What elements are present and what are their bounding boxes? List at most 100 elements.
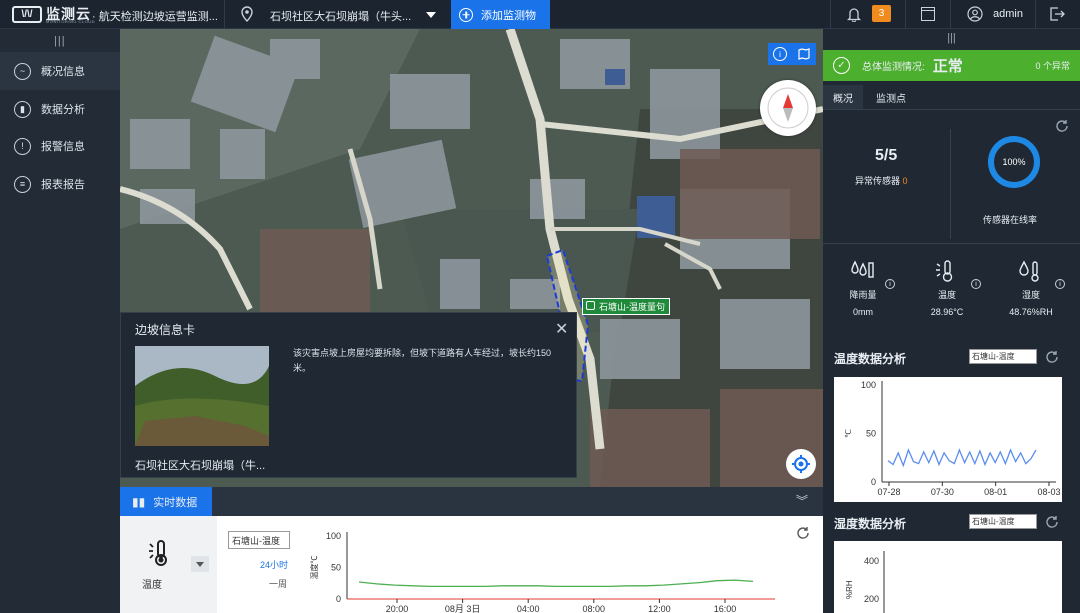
tab-realtime-label: 实时数据 [153,496,198,509]
collapse-handle-icon[interactable]: ||| [54,35,66,47]
refresh-icon[interactable] [796,526,810,540]
slope-info-card: 边坡信息卡 ✕ 该灾害点坡上房屋均要拆除，但坡下道路有人车经过，坡长约150米。… [120,312,577,478]
y-tick-label: 400 [864,556,879,566]
sensor-humidity[interactable]: i 湿度 48.76%RH [991,259,1071,317]
sidebar-item-analysis[interactable]: ▮ 数据分析 [0,90,120,128]
realtime-panel: 温度 石塘山-温度 24小时 一周 0 50 100 温度℃ 20:00 08月 3日 04… [120,516,823,613]
temperature-analysis-chart: 0 50 100 ℃ 07-28 07-30 08-01 08-03 [834,377,1062,502]
site-selector[interactable]: 石坝社区大石坝崩塌（牛头... [270,8,411,24]
y-tick-label: 0 [336,594,341,604]
rain-gauge-icon [851,260,874,278]
report-icon: ≡ [14,175,31,193]
sidebar-item-overview[interactable]: ~ 概况信息 [0,52,120,90]
layout-icon[interactable] [921,7,935,21]
online-rate-label: 传感器在线率 [983,215,1038,225]
y-axis-label: ℃ [844,429,853,438]
x-tick-label: 08-01 [984,487,1007,497]
user-icon[interactable] [967,6,983,22]
humidity-icon [1019,260,1039,282]
abnormal-count: 0 个异常 [1035,61,1070,71]
y-axis-label: %RH [845,580,854,599]
series-line [358,579,754,588]
online-rate-donut: 100% [988,136,1040,188]
realtime-temperature-chart: 0 50 100 温度℃ 20:00 08月 3日 04:00 08:00 12:00 16:00 [309,531,775,613]
logo-subtext: MONITORING CLOUD [46,19,96,24]
close-icon[interactable]: ✕ [555,319,568,339]
card-description: 该灾害点坡上房屋均要拆除，但坡下道路有人车经过，坡长约150米。 [293,348,552,373]
sensor-ratio: 5/5 [875,147,898,164]
refresh-icon[interactable] [1045,350,1059,364]
info-icon[interactable]: i [1055,279,1065,289]
analysis-sensor-select[interactable]: 石塘山-温度 [969,349,1037,364]
username[interactable]: admin [993,8,1023,20]
divider [950,129,951,239]
right-panel: ||| ✓ 总体监测情况: 正常 0 个异常 概况 监测点 5/5 异常传感器 … [823,29,1080,613]
double-chevron-down-icon[interactable]: ︾ [796,492,808,509]
x-tick-label: 16:00 [714,604,737,613]
thermometer-icon [936,260,953,282]
sidebar-item-reports[interactable]: ≡ 报表报告 [0,165,120,203]
alarm-icon: ! [14,137,31,155]
sidebar-item-alarms[interactable]: ! 报警信息 [0,127,120,165]
logo-mark: \/\/ [12,6,42,23]
temperature-analysis-title: 温度数据分析 [834,352,907,366]
divider [823,109,1080,110]
x-tick-label: 20:00 [386,604,409,613]
abnormal-sensor-text: 异常传感器 [855,176,901,186]
sidebar-item-label: 报表报告 [41,179,85,191]
y-tick-label: 100 [326,531,341,541]
chevron-down-icon[interactable] [426,12,436,18]
bell-icon[interactable] [847,6,861,22]
tab-realtime[interactable]: ▮▮ 实时数据 [120,487,212,516]
app-title: · 航天检测边坡运营监测... [92,11,218,23]
y-axis-label: 温度℃ [309,556,319,580]
analysis-sensor-select[interactable]: 石塘山-温度 [969,514,1037,529]
bar-chart-icon: ▮▮ [132,494,146,509]
refresh-icon[interactable] [1045,515,1059,529]
sensor-value: 0mm [853,307,873,317]
x-tick-label: 07-28 [877,487,900,497]
tile-dropdown[interactable] [191,556,209,572]
humidity-analysis-title: 湿度数据分析 [834,517,907,531]
sensor-rain[interactable]: i 降雨量 0mm [823,259,903,317]
check-circle-icon: ✓ [833,57,850,74]
add-monitor-label: 添加监测物 [481,9,536,22]
location-pin-icon [241,6,253,22]
info-icon[interactable]: i [773,47,787,61]
temperature-tile[interactable]: 温度 [120,516,217,613]
sidebar: ||| ~ 概况信息 ▮ 数据分析 ! 报警信息 ≡ 报表报告 [0,29,120,613]
collapse-handle-icon[interactable]: ||| [823,29,1080,50]
divider [1035,0,1036,29]
tab-monitor-points[interactable]: 监测点 [866,85,916,109]
sensor-select-value: 石塘山-温度 [232,535,280,546]
divider [224,0,225,29]
map-layer-icon[interactable] [797,47,811,61]
range-24h-link[interactable]: 24小时 [260,558,288,571]
locate-icon[interactable] [786,449,816,479]
compass-icon[interactable] [760,80,816,136]
status-value: 正常 [932,58,963,75]
range-week-link[interactable]: 一周 [269,577,287,590]
humidity-analysis-chart: 400 200 %RH [834,541,1062,613]
add-monitor-button[interactable]: 添加监测物 [451,0,550,29]
abnormal-sensor-value: 0 [902,176,908,186]
divider [950,0,951,29]
alert-count-badge[interactable]: 3 [872,5,891,22]
map-tools[interactable]: i [768,43,816,65]
tab-overview[interactable]: 概况 [823,85,863,109]
overall-status-bar: ✓ 总体监测情况: 正常 0 个异常 [823,50,1080,81]
logout-icon[interactable] [1049,6,1065,22]
sensor-marker[interactable]: 石塘山-温度量句 [582,298,670,315]
refresh-icon[interactable] [1055,119,1069,133]
info-icon[interactable]: i [971,279,981,289]
sensor-temperature[interactable]: i 温度 28.96°C [907,259,987,317]
info-icon[interactable]: i [885,279,895,289]
sensor-name: 温度 [937,290,956,300]
sensor-value: 48.76%RH [1009,307,1053,317]
analysis-icon: ▮ [14,100,31,118]
analysis-select-value: 石塘山-温度 [972,517,1015,526]
sensor-value: 28.96°C [930,307,964,317]
sidebar-item-label: 数据分析 [41,104,85,116]
divider [905,0,906,29]
sensor-select[interactable]: 石塘山-温度 [228,531,290,549]
